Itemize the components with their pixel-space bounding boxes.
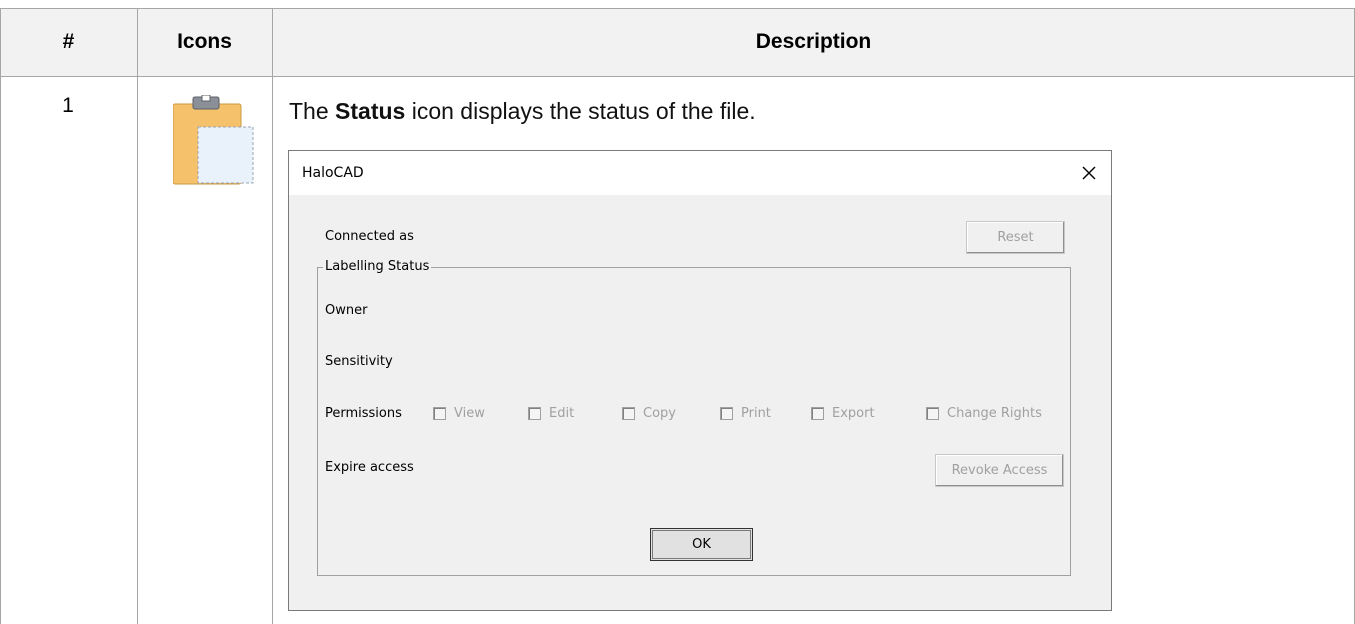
checkbox-box[interactable] [720, 406, 733, 420]
close-icon[interactable] [1078, 159, 1100, 185]
permission-print-label: Print [741, 405, 771, 421]
row-number: 1 [62, 94, 74, 117]
permission-change-rights-label: Change Rights [947, 405, 1042, 421]
owner-label: Owner [325, 303, 368, 318]
dialog-title: HaloCAD [302, 165, 364, 181]
permission-export-checkbox[interactable]: Export [811, 404, 875, 422]
checkbox-box[interactable] [811, 406, 824, 420]
permission-change-rights-checkbox[interactable]: Change Rights [926, 404, 1042, 422]
reset-button[interactable]: Reset [966, 221, 1065, 254]
table-border-header [0, 76, 1355, 77]
permission-edit-label: Edit [549, 405, 575, 421]
doc-table: # Icons Description 1 The Status icon di… [0, 0, 1355, 624]
permission-print-checkbox[interactable]: Print [720, 404, 771, 422]
checkbox-box[interactable] [622, 406, 635, 420]
dialog-titlebar: HaloCAD [289, 151, 1111, 195]
description-suffix: icon displays the status of the file. [405, 98, 756, 124]
checkbox-box[interactable] [433, 406, 446, 420]
connected-as-label: Connected as [325, 229, 414, 244]
permission-copy-checkbox[interactable]: Copy [622, 404, 676, 422]
header-num: # [62, 30, 75, 53]
checkbox-box[interactable] [926, 406, 939, 420]
sensitivity-label: Sensitivity [325, 354, 393, 369]
ok-button[interactable]: OK [650, 528, 753, 561]
permissions-label: Permissions [325, 406, 402, 421]
permission-export-label: Export [832, 405, 875, 421]
halocad-status-dialog: HaloCAD Connected as Reset Labelling Sta… [288, 150, 1112, 611]
status-clipboard-icon [172, 94, 255, 187]
table-border-col1 [137, 8, 138, 624]
header-icons: Icons [177, 30, 232, 53]
description-bold-status: Status [335, 98, 406, 124]
permission-view-label: View [454, 405, 485, 421]
expire-access-label: Expire access [325, 460, 414, 475]
labelling-status-label: Labelling Status [323, 259, 432, 274]
table-border-col2 [272, 8, 273, 624]
permission-edit-checkbox[interactable]: Edit [528, 404, 574, 422]
header-description: Description [755, 30, 872, 53]
permission-copy-label: Copy [643, 405, 676, 421]
permission-view-checkbox[interactable]: View [433, 404, 485, 422]
revoke-access-button[interactable]: Revoke Access [935, 454, 1064, 487]
row-description: The Status icon displays the status of t… [289, 98, 756, 125]
checkbox-box[interactable] [528, 406, 541, 420]
description-prefix: The [289, 98, 336, 124]
